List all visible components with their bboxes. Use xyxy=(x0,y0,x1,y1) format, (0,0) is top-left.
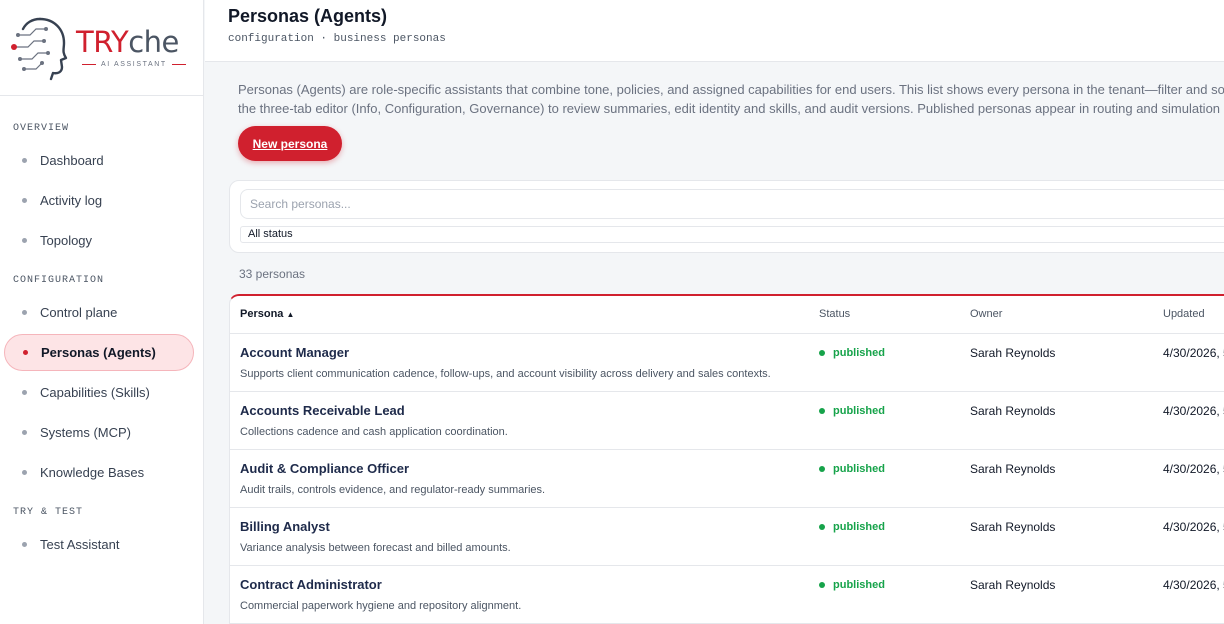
status-badge: published xyxy=(819,521,885,533)
persona-owner: Sarah Reynolds xyxy=(970,578,1056,592)
status-dot-icon xyxy=(819,582,825,588)
sidebar-item-label: Topology xyxy=(40,233,93,248)
logo-text: TRYche AI ASSISTANT xyxy=(76,24,186,68)
personas-table: Persona ▲ Status Owner Updated Account M… xyxy=(229,294,1224,624)
sidebar-item-dashboard[interactable]: Dashboard xyxy=(4,142,194,179)
search-input[interactable] xyxy=(240,189,1224,219)
persona-updated: 4/30/2026, 5 xyxy=(1163,404,1224,418)
bullet-icon xyxy=(22,390,27,395)
bullet-icon xyxy=(22,430,27,435)
status-filter-select[interactable]: All status xyxy=(240,226,1224,243)
bullet-icon xyxy=(22,238,27,243)
persona-owner: Sarah Reynolds xyxy=(970,404,1056,418)
persona-name[interactable]: Accounts Receivable Lead xyxy=(240,403,405,418)
status-dot-icon xyxy=(819,524,825,530)
status-badge: published xyxy=(819,463,885,475)
description-line: the three-tab editor (Info, Configuratio… xyxy=(238,101,1224,116)
persona-name[interactable]: Billing Analyst xyxy=(240,519,330,534)
bullet-icon xyxy=(23,350,28,355)
column-header-status[interactable]: Status xyxy=(819,308,850,320)
bullet-icon xyxy=(22,310,27,315)
persona-description: Supports client communication cadence, f… xyxy=(240,368,771,380)
sidebar-item-label: Knowledge Bases xyxy=(40,465,145,480)
table-row[interactable]: Accounts Receivable Lead Collections cad… xyxy=(230,392,1224,450)
sort-asc-icon: ▲ xyxy=(286,310,295,319)
sidebar-item-label: Personas (Agents) xyxy=(41,345,156,360)
persona-owner: Sarah Reynolds xyxy=(970,520,1056,534)
table-row[interactable]: Account Manager Supports client communic… xyxy=(230,334,1224,392)
sidebar-item-control-plane[interactable]: Control plane xyxy=(4,294,194,331)
brand-name: TRYche xyxy=(76,24,179,59)
persona-description: Commercial paperwork hygiene and reposit… xyxy=(240,600,522,612)
column-header-owner[interactable]: Owner xyxy=(970,308,1002,320)
sidebar-item-label: Control plane xyxy=(40,305,118,320)
persona-updated: 4/30/2026, 5 xyxy=(1163,578,1224,592)
bullet-icon xyxy=(22,470,27,475)
sidebar-item-capabilities[interactable]: Capabilities (Skills) xyxy=(4,374,194,411)
status-badge: published xyxy=(819,405,885,417)
status-badge: published xyxy=(819,347,885,359)
sidebar: TRYche AI ASSISTANT OVERVIEW Dashboard A… xyxy=(0,0,204,624)
table-header: Persona ▲ Status Owner Updated xyxy=(230,296,1224,334)
persona-owner: Sarah Reynolds xyxy=(970,462,1056,476)
sidebar-item-label: Test Assistant xyxy=(40,537,120,552)
page-header: Personas (Agents) configuration · busine… xyxy=(205,0,1224,62)
column-header-updated[interactable]: Updated xyxy=(1163,308,1205,320)
persona-name[interactable]: Contract Administrator xyxy=(240,577,382,592)
persona-description: Audit trails, controls evidence, and reg… xyxy=(240,484,546,496)
page-subtitle: configuration · business personas xyxy=(228,33,446,45)
status-badge: published xyxy=(819,579,885,591)
column-header-persona[interactable]: Persona ▲ xyxy=(240,308,294,320)
sidebar-item-label: Activity log xyxy=(40,193,103,208)
sidebar-item-label: Dashboard xyxy=(40,153,104,168)
sidebar-item-label: Systems (MCP) xyxy=(40,425,131,440)
section-label-overview: OVERVIEW xyxy=(13,123,70,134)
persona-updated: 4/30/2026, 5 xyxy=(1163,520,1224,534)
sidebar-item-label: Capabilities (Skills) xyxy=(40,385,150,400)
persona-description: Collections cadence and cash application… xyxy=(240,426,508,438)
table-row[interactable]: Billing Analyst Variance analysis betwee… xyxy=(230,508,1224,566)
sidebar-item-systems[interactable]: Systems (MCP) xyxy=(4,414,194,451)
sidebar-item-knowledge-bases[interactable]: Knowledge Bases xyxy=(4,454,194,491)
ai-head-logo-icon xyxy=(11,17,68,80)
status-dot-icon xyxy=(819,350,825,356)
table-row[interactable]: Contract Administrator Commercial paperw… xyxy=(230,566,1224,624)
persona-updated: 4/30/2026, 5 xyxy=(1163,462,1224,476)
persona-count: 33 personas xyxy=(239,267,306,281)
filter-card: All status xyxy=(229,180,1224,253)
sidebar-item-activity-log[interactable]: Activity log xyxy=(4,182,194,219)
persona-name[interactable]: Audit & Compliance Officer xyxy=(240,461,409,476)
page-title: Personas (Agents) xyxy=(228,6,388,26)
section-label-configuration: CONFIGURATION xyxy=(13,275,105,286)
sidebar-item-personas[interactable]: Personas (Agents) xyxy=(4,334,194,371)
brand-tagline: AI ASSISTANT xyxy=(76,61,186,68)
persona-owner: Sarah Reynolds xyxy=(970,346,1056,360)
page-description: Personas (Agents) are role-specific assi… xyxy=(238,80,1224,118)
description-line: Personas (Agents) are role-specific assi… xyxy=(238,82,1224,97)
new-persona-button[interactable]: New persona xyxy=(238,126,342,161)
persona-name[interactable]: Account Manager xyxy=(240,345,349,360)
table-row[interactable]: Audit & Compliance Officer Audit trails,… xyxy=(230,450,1224,508)
bullet-icon xyxy=(22,158,27,163)
status-dot-icon xyxy=(819,408,825,414)
section-label-try-test: TRY & TEST xyxy=(13,507,84,518)
status-dot-icon xyxy=(819,466,825,472)
sidebar-item-test-assistant[interactable]: Test Assistant xyxy=(4,526,194,563)
bullet-icon xyxy=(22,542,27,547)
persona-updated: 4/30/2026, 5 xyxy=(1163,346,1224,360)
logo[interactable]: TRYche AI ASSISTANT xyxy=(0,0,203,96)
sidebar-item-topology[interactable]: Topology xyxy=(4,222,194,259)
bullet-icon xyxy=(22,198,27,203)
persona-description: Variance analysis between forecast and b… xyxy=(240,542,511,554)
